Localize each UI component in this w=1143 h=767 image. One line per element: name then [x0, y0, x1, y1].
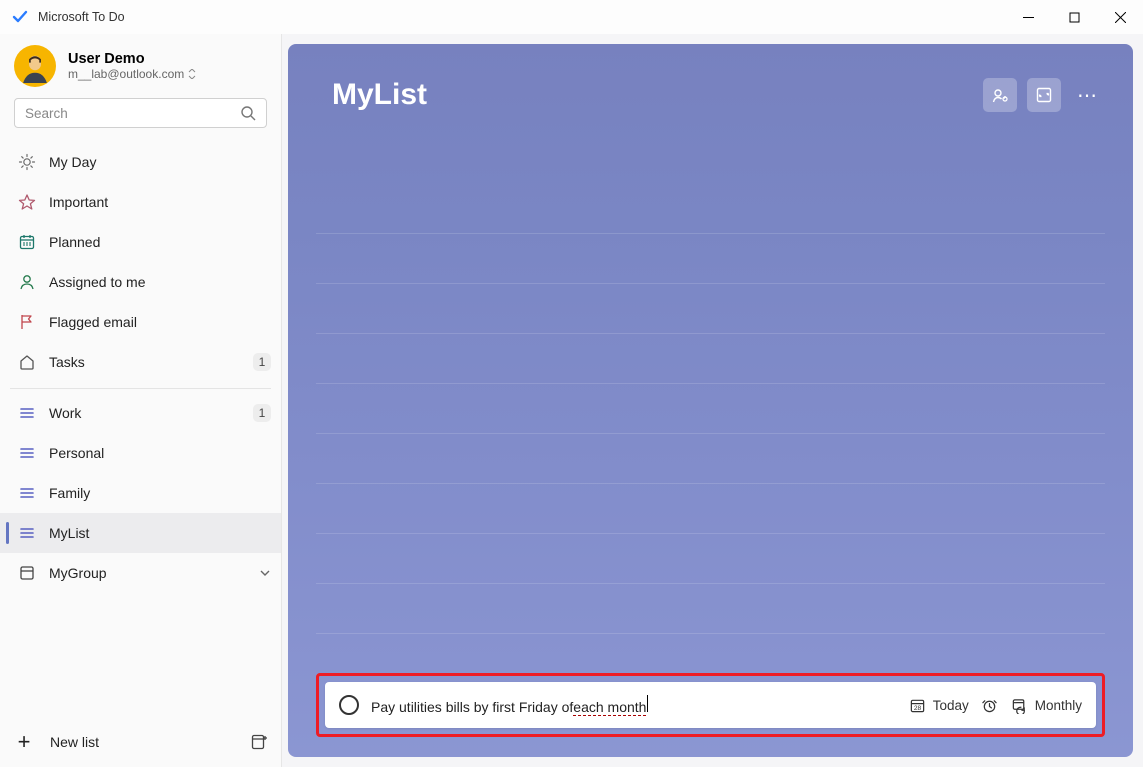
chevron-down-icon: [259, 567, 271, 579]
sidebar-item-label: Personal: [49, 445, 271, 461]
sidebar-item-label: Flagged email: [49, 314, 271, 330]
due-date-label: Today: [933, 698, 969, 713]
main-panel: MyList ⋯ Pay utiliti: [282, 34, 1143, 767]
new-group-button[interactable]: [247, 730, 271, 754]
sidebar-item-label: Tasks: [49, 354, 253, 370]
window-minimize-button[interactable]: [1005, 0, 1051, 34]
list-icon: [13, 404, 41, 422]
account-button[interactable]: User Demo m__lab@outlook.com: [0, 34, 281, 94]
calendar-icon: [13, 233, 41, 251]
add-task-text[interactable]: Pay utilities bills by first Friday of e…: [371, 695, 897, 716]
svg-text:28: 28: [914, 705, 922, 712]
list-icon: [13, 444, 41, 462]
sidebar-item-count: 1: [253, 404, 271, 422]
flag-icon: [13, 313, 41, 331]
list-icon: [13, 524, 41, 542]
plus-icon: +: [14, 729, 34, 755]
window-maximize-button[interactable]: [1051, 0, 1097, 34]
sidebar: User Demo m__lab@outlook.com My Day: [0, 34, 282, 767]
list-options-button[interactable]: ⋯: [1071, 78, 1105, 112]
sidebar-item-mylist[interactable]: MyList: [0, 513, 281, 553]
list-title[interactable]: MyList: [332, 78, 983, 112]
sidebar-item-label: MyList: [49, 525, 271, 541]
repeat-icon: [1011, 696, 1029, 714]
sidebar-item-work[interactable]: Work 1: [0, 393, 281, 433]
star-icon: [13, 193, 41, 211]
add-task-input[interactable]: Pay utilities bills by first Friday of e…: [325, 682, 1096, 728]
list-canvas: MyList ⋯ Pay utiliti: [288, 44, 1133, 757]
sidebar-item-tasks[interactable]: Tasks 1: [0, 342, 281, 382]
sidebar-item-my-day[interactable]: My Day: [0, 142, 281, 182]
app-logo-icon: [12, 9, 28, 25]
sidebar-item-mygroup[interactable]: MyGroup: [0, 553, 281, 593]
account-chevron-icon: [188, 69, 196, 79]
person-icon: [13, 273, 41, 291]
sidebar-item-assigned[interactable]: Assigned to me: [0, 262, 281, 302]
reminder-button[interactable]: [981, 696, 999, 714]
share-list-button[interactable]: [983, 78, 1017, 112]
sidebar-item-label: MyGroup: [49, 565, 255, 581]
sidebar-item-label: Important: [49, 194, 271, 210]
sidebar-item-label: Family: [49, 485, 271, 501]
repeat-label: Monthly: [1035, 698, 1082, 713]
nav-list: My Day Important Planned: [0, 138, 281, 717]
sidebar-divider: [10, 388, 271, 389]
sidebar-item-flagged[interactable]: Flagged email: [0, 302, 281, 342]
sidebar-item-personal[interactable]: Personal: [0, 433, 281, 473]
account-name: User Demo: [68, 51, 196, 67]
calendar-icon: 28: [909, 696, 927, 714]
sidebar-item-label: My Day: [49, 154, 271, 170]
enter-fullscreen-button[interactable]: [1027, 78, 1061, 112]
due-date-chip[interactable]: 28 Today: [909, 696, 969, 714]
repeat-chip[interactable]: Monthly: [1011, 696, 1082, 714]
sidebar-item-planned[interactable]: Planned: [0, 222, 281, 262]
window-title: Microsoft To Do: [38, 10, 125, 24]
sun-icon: [13, 153, 41, 171]
task-radio-icon[interactable]: [339, 695, 359, 715]
search-input[interactable]: [14, 98, 267, 128]
search-input-field[interactable]: [25, 106, 241, 121]
window-close-button[interactable]: [1097, 0, 1143, 34]
text-caret: [647, 695, 648, 712]
reminder-icon: [981, 696, 999, 714]
new-list-label: New list: [50, 734, 231, 750]
sidebar-item-label: Planned: [49, 234, 271, 250]
list-icon: [13, 484, 41, 502]
new-list-button[interactable]: + New list: [0, 717, 281, 767]
add-task-highlight: Pay utilities bills by first Friday of e…: [316, 673, 1105, 737]
window-titlebar: Microsoft To Do: [0, 0, 1143, 34]
sidebar-item-count: 1: [253, 353, 271, 371]
group-icon: [13, 564, 41, 582]
avatar: [14, 45, 56, 87]
sidebar-item-label: Assigned to me: [49, 274, 271, 290]
ruled-lines: [316, 184, 1105, 634]
search-icon: [241, 106, 256, 121]
account-email: m__lab@outlook.com: [68, 67, 196, 81]
sidebar-item-family[interactable]: Family: [0, 473, 281, 513]
home-icon: [13, 353, 41, 371]
sidebar-item-label: Work: [49, 405, 253, 421]
sidebar-item-important[interactable]: Important: [0, 182, 281, 222]
